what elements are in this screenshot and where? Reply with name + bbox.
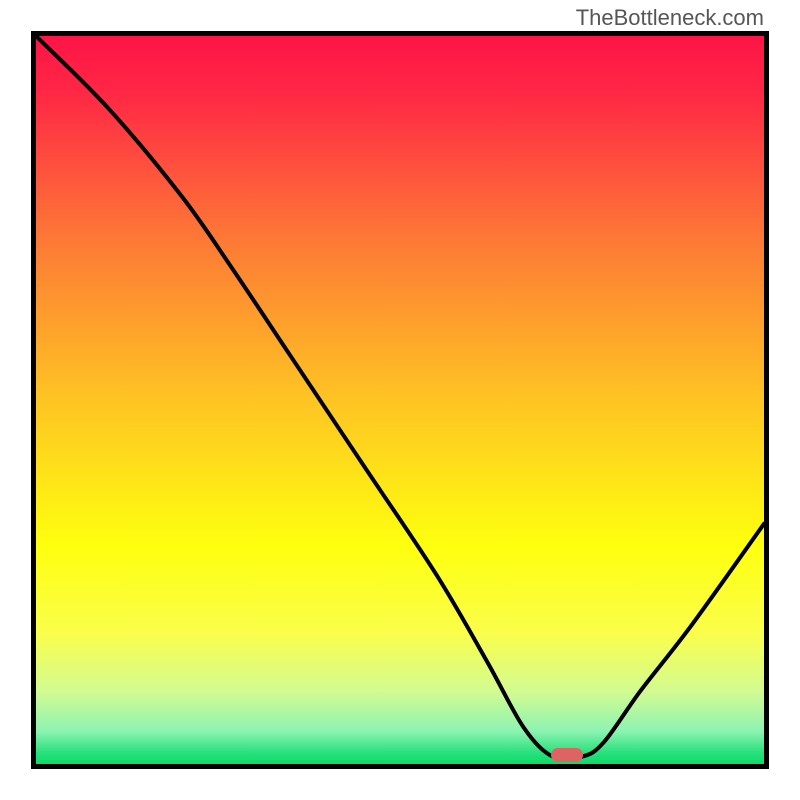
- chart-container: TheBottleneck.com: [0, 0, 800, 800]
- optimal-marker: [551, 748, 583, 762]
- plot-area: [31, 31, 769, 769]
- bottleneck-line: [36, 36, 764, 764]
- watermark-label: TheBottleneck.com: [576, 5, 764, 31]
